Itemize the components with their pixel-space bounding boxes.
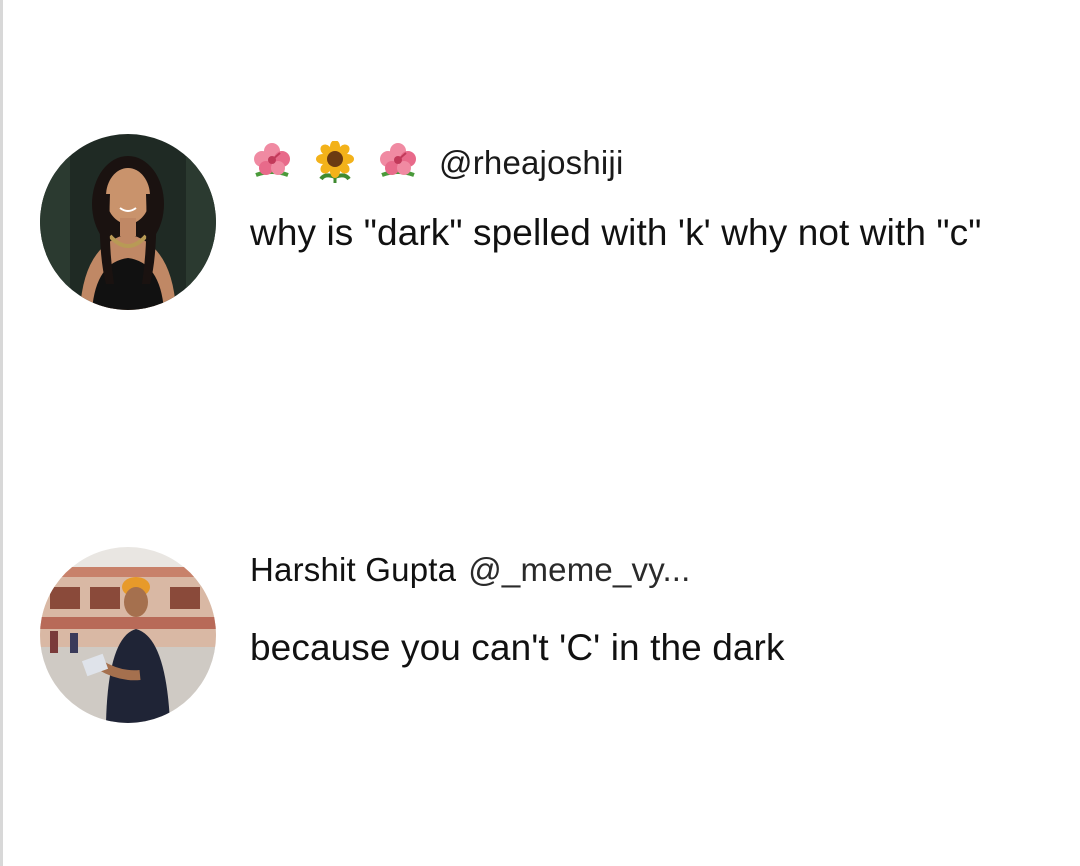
avatar[interactable] bbox=[40, 547, 216, 723]
author-handle[interactable]: @rheajoshiji bbox=[439, 144, 623, 182]
post-text: because you can't 'C' in the dark bbox=[250, 627, 785, 668]
sunflower-icon bbox=[313, 141, 357, 185]
post-text: why is "dark" spelled with 'k' why not w… bbox=[250, 212, 982, 253]
display-name[interactable]: Harshit Gupta bbox=[250, 551, 456, 589]
hibiscus-icon bbox=[250, 141, 294, 185]
hibiscus-icon bbox=[376, 141, 420, 185]
avatar[interactable] bbox=[40, 134, 216, 310]
post-header: @rheajoshiji bbox=[250, 138, 1070, 188]
author-handle[interactable]: @_meme_vy... bbox=[468, 551, 690, 589]
left-border bbox=[0, 0, 3, 866]
post-header: Harshit Gupta @_meme_vy... bbox=[250, 545, 1070, 595]
